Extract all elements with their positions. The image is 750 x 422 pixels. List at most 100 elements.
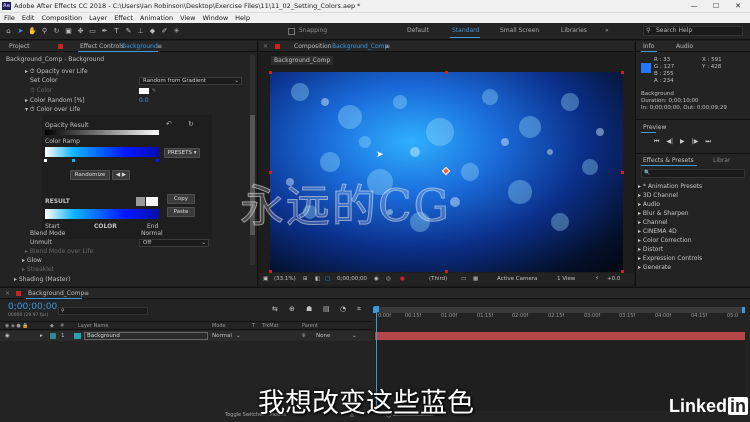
color-over-life-row[interactable]: ▾ ⏱ Color over Life xyxy=(25,105,80,114)
menu-window[interactable]: Window xyxy=(203,13,229,23)
blend-mode-value[interactable]: Normal xyxy=(141,229,163,238)
color-ramp-gradient[interactable] xyxy=(45,147,159,157)
close-tab-icon[interactable]: ✕ xyxy=(263,41,268,52)
breadcrumb[interactable]: Background_Comp xyxy=(271,56,334,65)
play-icon[interactable]: ▶ xyxy=(680,138,685,148)
paste-button[interactable]: Paste xyxy=(167,207,195,217)
timeline-timecode[interactable]: 0;00;00;00 xyxy=(8,302,57,312)
show-channel-icon[interactable]: ◎ xyxy=(386,273,391,285)
chevron-down-icon[interactable]: ⌄ xyxy=(352,331,357,341)
tab-audio[interactable]: Audio xyxy=(676,41,693,52)
always-preview-icon[interactable]: ▣ xyxy=(263,273,268,285)
graph-editor-icon[interactable]: ⌗ xyxy=(357,305,361,314)
menu-effect[interactable]: Effect xyxy=(114,13,133,23)
menu-file[interactable]: File xyxy=(4,13,15,23)
pan-behind-tool-icon[interactable]: ✥ xyxy=(76,26,85,36)
type-tool-icon[interactable]: T xyxy=(112,26,121,36)
layer-row[interactable]: ◉ ▸ 1 Background Normal ⌄ ⌾ None ⌄ xyxy=(0,331,372,341)
workspaces-overflow-icon[interactable]: » xyxy=(605,26,609,36)
puppet-tool-icon[interactable]: ✳ xyxy=(172,26,181,36)
layer-parent-dropdown[interactable]: None xyxy=(316,331,330,341)
menu-view[interactable]: View xyxy=(180,13,195,23)
expand-triangle-icon[interactable]: ▸ xyxy=(40,331,43,341)
swap-button[interactable]: ◀ ▶ xyxy=(112,170,130,180)
shy-layers-icon[interactable]: ☗ xyxy=(306,305,312,313)
search-help-field[interactable]: ⚲ Search Help xyxy=(643,26,743,36)
layer-name[interactable]: Background xyxy=(84,332,208,340)
effect-category-animation-presets[interactable]: ▸ * Animation Presets xyxy=(638,182,702,191)
pen-tool-icon[interactable]: ✒ xyxy=(100,26,109,36)
mask-icon[interactable]: ◧ xyxy=(315,273,320,285)
chevron-down-icon[interactable]: ⌄ xyxy=(236,331,241,341)
effect-category-blur-sharpen[interactable]: ▸ Blur & Sharpen xyxy=(638,209,689,218)
tab-effects-presets[interactable]: Effects & Presets xyxy=(643,156,694,165)
draft-3d-icon[interactable]: ⊕ xyxy=(289,305,295,313)
opacity-over-life-row[interactable]: ▸ ⏱ Opacity over Life xyxy=(25,67,88,76)
effect-category-color-correction[interactable]: ▸ Color Correction xyxy=(638,236,692,245)
menu-animation[interactable]: Animation xyxy=(140,13,173,23)
streaklet-row[interactable]: ▸ Streaklet xyxy=(22,265,54,274)
layer-name-header[interactable]: Layer Name xyxy=(78,322,108,330)
previous-frame-icon[interactable]: ◀| xyxy=(666,138,673,148)
shading-row[interactable]: ▸ Shading (Master) xyxy=(14,275,70,284)
effect-category-3d-channel[interactable]: ▸ 3D Channel xyxy=(638,191,678,200)
composition-tab-name[interactable]: Background_Comp xyxy=(332,41,388,52)
randomize-button[interactable]: Randomize xyxy=(70,170,110,180)
snapping-checkbox[interactable] xyxy=(288,28,295,35)
views-dropdown[interactable]: 1 View xyxy=(557,273,575,285)
parent-header[interactable]: Parent xyxy=(302,322,318,330)
frame-blending-icon[interactable]: ▤ xyxy=(323,305,330,313)
camera-view-dropdown[interactable]: Active Camera xyxy=(497,273,537,285)
region-of-interest-icon[interactable]: ▭ xyxy=(461,273,466,285)
roto-brush-tool-icon[interactable]: ✐ xyxy=(160,26,169,36)
brush-tool-icon[interactable]: ✎ xyxy=(124,26,133,36)
trkmat-header[interactable]: TrkMat xyxy=(262,322,279,330)
panel-menu-icon[interactable]: ≡ xyxy=(84,288,89,299)
color-channel-icon[interactable]: ● xyxy=(400,273,405,285)
tab-libraries[interactable]: Librar xyxy=(713,156,730,165)
rotate-tool-icon[interactable]: ↻ xyxy=(52,26,61,36)
color-swatch[interactable] xyxy=(139,88,149,94)
ramp-stop-handle[interactable] xyxy=(44,159,47,162)
hand-tool-icon[interactable]: ✋ xyxy=(28,26,37,36)
effect-category-channel[interactable]: ▸ Channel xyxy=(638,218,668,227)
lock-icon[interactable] xyxy=(275,44,280,49)
fast-preview-icon[interactable]: ⚡ xyxy=(595,273,599,285)
blend-mode-over-life-row[interactable]: ▸ Blend Mode over Life xyxy=(25,247,93,256)
close-button[interactable]: ✕ xyxy=(727,0,749,12)
layer-handle[interactable] xyxy=(621,171,624,174)
layer-duration-bar[interactable] xyxy=(375,332,745,340)
t-header[interactable]: T xyxy=(252,322,255,330)
menu-layer[interactable]: Layer xyxy=(89,13,107,23)
effect-category-generate[interactable]: ▸ Generate xyxy=(638,263,671,272)
time-ruler[interactable]: 0:00f 00:15f 01:00f 01:15f 02:00f 02:15f… xyxy=(373,310,745,320)
layer-handle[interactable] xyxy=(445,71,448,74)
zoom-dropdown[interactable]: (33.1%) xyxy=(274,273,296,285)
workspace-libraries[interactable]: Libraries xyxy=(561,26,587,36)
effect-category-cinema-4d[interactable]: ▸ CINEMA 4D xyxy=(638,227,677,236)
layer-mode-dropdown[interactable]: Normal xyxy=(212,331,232,341)
timecode-display[interactable]: 0;00;00;00 xyxy=(337,273,367,285)
color-random-value[interactable]: 0.0 xyxy=(139,96,149,105)
exposure-value[interactable]: +0.0 xyxy=(607,273,620,285)
effect-category-expression-controls[interactable]: ▸ Expression Controls xyxy=(638,254,702,263)
rectangle-tool-icon[interactable]: ▭ xyxy=(88,26,97,36)
transparency-grid-icon[interactable]: ▦ xyxy=(473,273,478,285)
lock-icon[interactable] xyxy=(58,44,63,49)
close-tab-icon[interactable]: ✕ xyxy=(5,288,10,299)
pick-whip-icon[interactable]: ⌾ xyxy=(302,331,305,341)
layer-label-color[interactable] xyxy=(50,333,56,339)
tab-project[interactable]: Project xyxy=(9,41,30,52)
maximize-button[interactable]: ☐ xyxy=(705,0,727,12)
layer-handle[interactable] xyxy=(269,71,272,74)
video-toggle-icon[interactable]: ◉ xyxy=(5,331,10,341)
set-color-dropdown[interactable]: Random from Gradient ⌄ xyxy=(139,77,242,85)
zoom-tool-icon[interactable]: ⚲ xyxy=(40,26,49,36)
layer-handle[interactable] xyxy=(621,71,624,74)
workspace-standard[interactable]: Standard xyxy=(452,26,479,36)
workspace-small-screen[interactable]: Small Screen xyxy=(500,26,539,36)
selection-tool-icon[interactable]: ➤ xyxy=(16,26,25,36)
menu-help[interactable]: Help xyxy=(235,13,250,23)
eraser-tool-icon[interactable]: ◆ xyxy=(148,26,157,36)
reset-icon[interactable]: ↻ xyxy=(188,120,194,128)
